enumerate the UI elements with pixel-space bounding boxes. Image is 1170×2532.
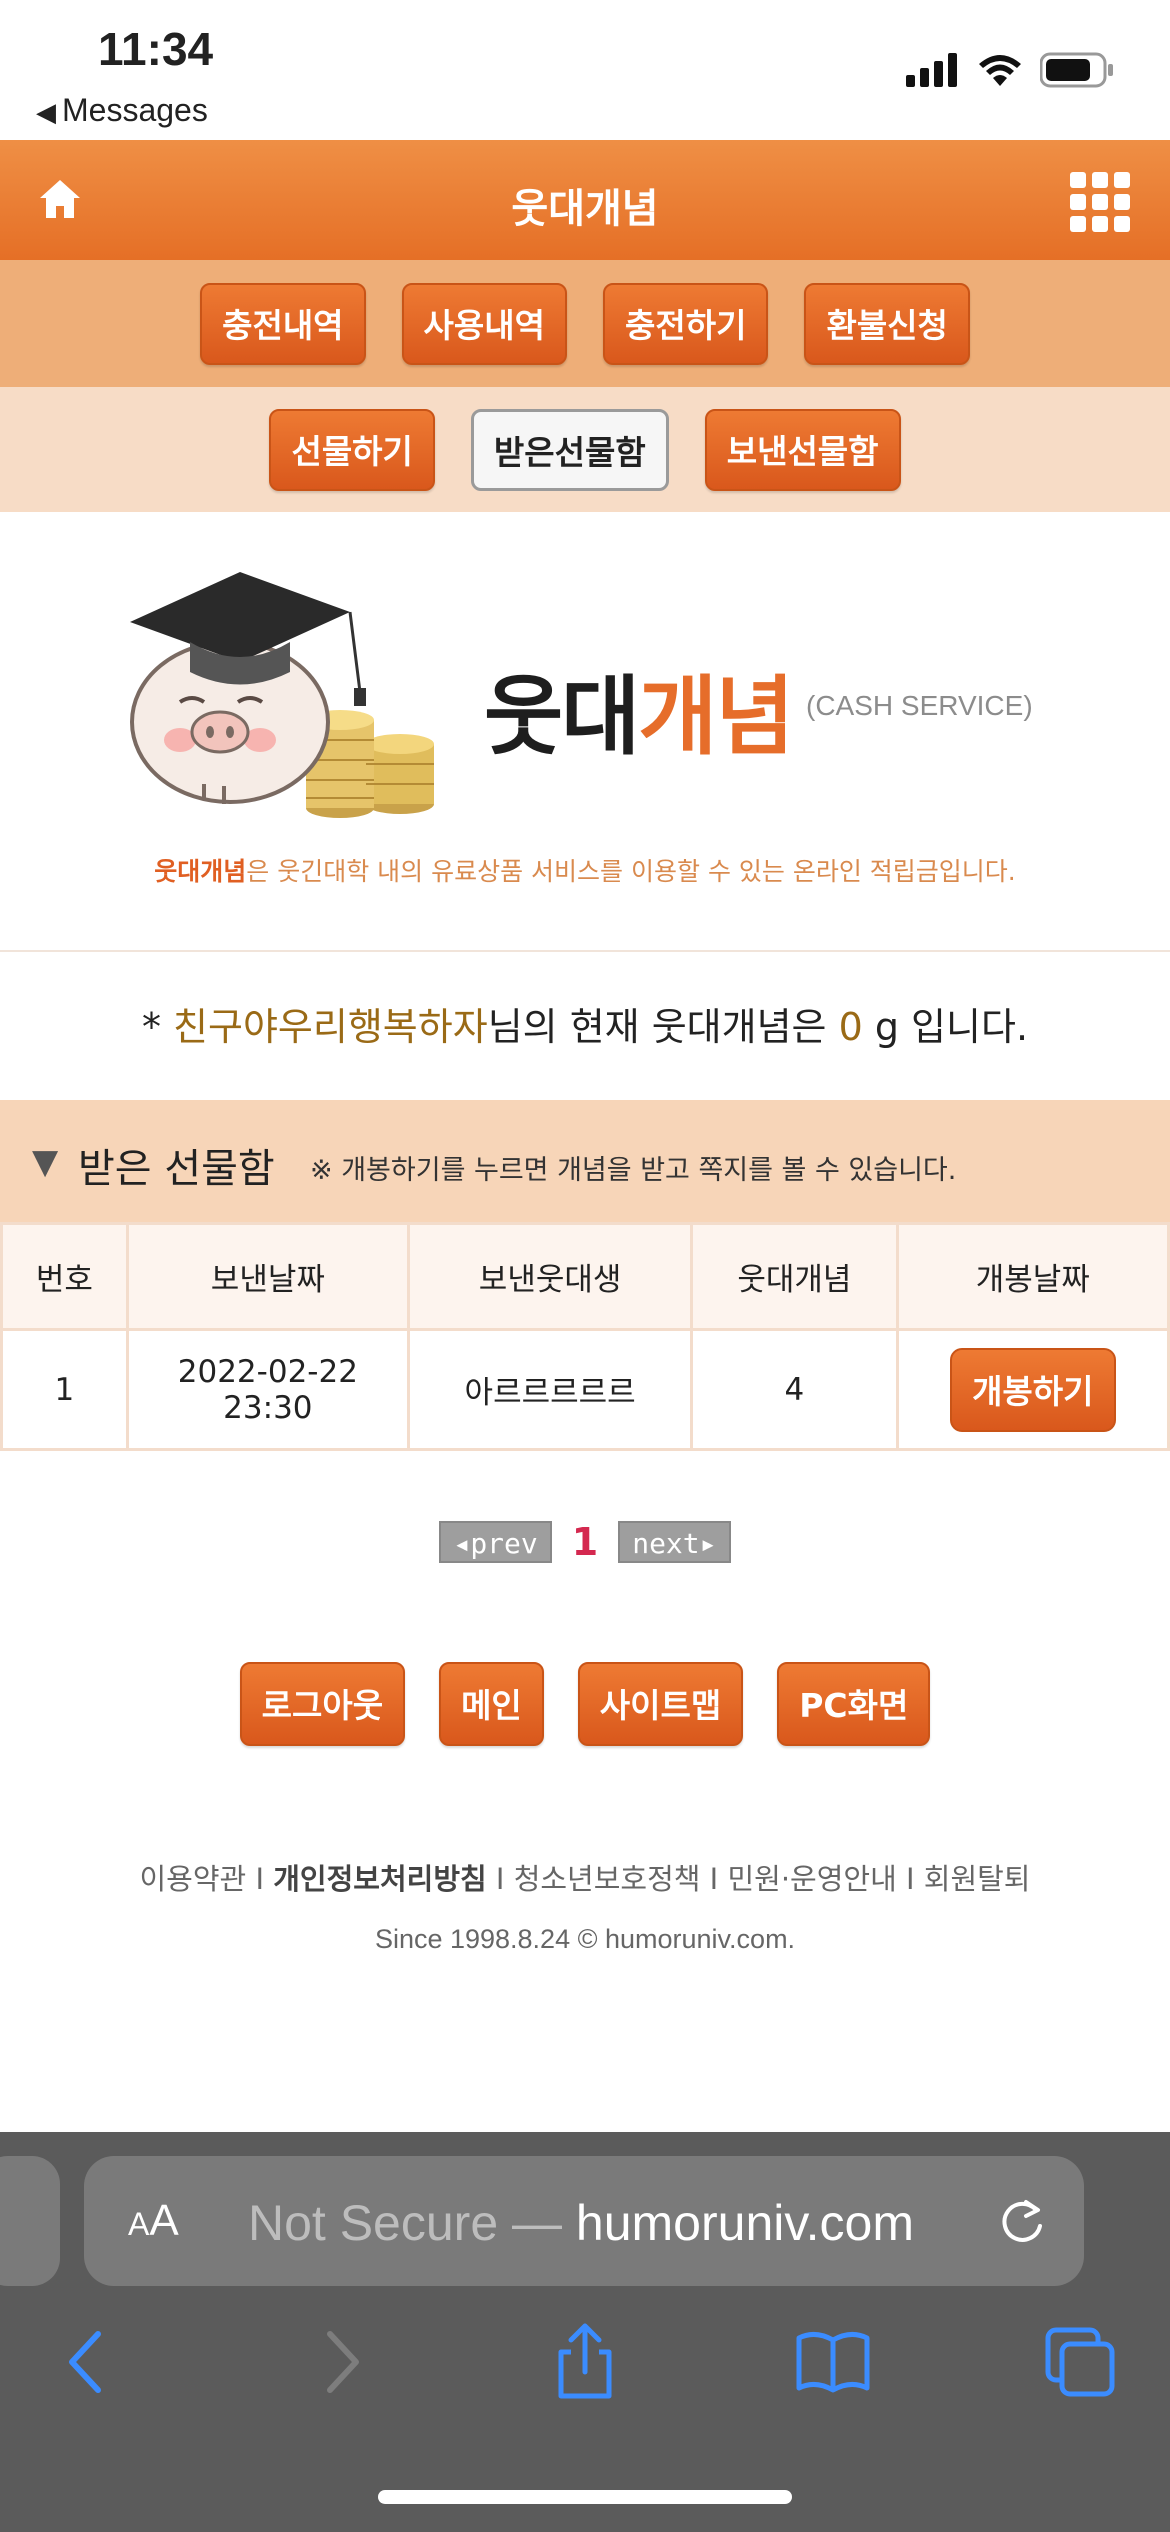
footer-separator: I: [896, 1862, 924, 1896]
description-text: 은 웃긴대학 내의 유료상품 서비스를 이용할 수 있는 온라인 적립금입니다.: [246, 857, 1016, 886]
usage-history-button[interactable]: 사용내역: [401, 282, 567, 365]
footer-link-support[interactable]: 민원·운영안내: [727, 1862, 896, 1896]
wifi-icon: [979, 55, 1021, 86]
cash-service-banner: 웃대개념 (CASH SERVICE) 웃대개념은 웃긴대학 내의 유료상품 서…: [0, 512, 1170, 952]
signal-icon: [906, 53, 957, 87]
footer-separator: I: [246, 1862, 274, 1896]
cell-amount: 4: [690, 1328, 899, 1451]
column-header-sender: 보낸웃대생: [407, 1222, 694, 1331]
safari-toolbar: [0, 2322, 1170, 2432]
charge-history-button[interactable]: 충전내역: [200, 282, 366, 365]
site-header: 웃대개념: [0, 140, 1170, 260]
bottom-buttons: 로그아웃 메인 사이트맵 PC화면: [0, 1662, 1170, 1746]
refund-request-button[interactable]: 환불신청: [804, 282, 970, 365]
footer-separator: I: [486, 1862, 514, 1896]
logo-text: 웃대개념: [484, 646, 795, 771]
column-header-number: 번호: [0, 1222, 129, 1331]
footer-link-privacy[interactable]: 개인정보처리방침: [273, 1862, 486, 1896]
pc-view-button[interactable]: PC화면: [777, 1662, 931, 1746]
pagination: ◂prev 1 next▸: [0, 1520, 1170, 1564]
table-header-row: 번호 보낸날짜 보낸웃대생 웃대개념 개봉날짜: [0, 1222, 1170, 1331]
status-time: 11:34: [98, 23, 214, 75]
balance-prefix: *: [141, 1005, 174, 1049]
page-title: 웃대개념: [511, 186, 659, 232]
cell-open-date: 개봉하기: [895, 1328, 1170, 1451]
url-domain: humoruniv.com: [575, 2195, 914, 2251]
grid-menu-icon[interactable]: [1070, 172, 1130, 232]
back-to-messages[interactable]: ◀ Messages: [36, 92, 208, 129]
current-page-number[interactable]: 1: [572, 1520, 598, 1564]
cell-number: 1: [0, 1328, 129, 1451]
back-icon[interactable]: [48, 2322, 128, 2402]
address-bar[interactable]: AA Not Secure — humoruniv.com: [84, 2156, 1084, 2286]
open-gift-button[interactable]: 개봉하기: [950, 1347, 1116, 1432]
table-row: 1 2022-02-22 23:30 아르르르르르 4 개봉하기: [0, 1328, 1170, 1451]
balance-line: * 친구야우리행복하자님의 현재 웃대개념은 0 g 입니다.: [0, 996, 1170, 1051]
section-note: ※ 개봉하기를 누르면 개념을 받고 쪽지를 볼 수 있습니다.: [310, 1155, 957, 1186]
logout-button[interactable]: 로그아웃: [239, 1662, 406, 1746]
menu-row-primary: 충전내역 사용내역 충전하기 환불신청: [0, 260, 1170, 387]
status-bar: 11:34 ◀ Messages: [0, 0, 1170, 140]
balance-middle: 님의 현재 웃대개념은: [487, 1005, 839, 1049]
footer-links: 이용약관 I 개인정보처리방침 I 청소년보호정책 I 민원·운영안내 I 회원…: [0, 1856, 1170, 1898]
description-highlight: 웃대개념: [154, 857, 247, 886]
tabs-icon[interactable]: [1040, 2322, 1120, 2402]
logo-text-dark: 웃대: [484, 667, 640, 767]
url-text[interactable]: Not Secure — humoruniv.com: [248, 2194, 914, 2252]
text-size-button[interactable]: AA: [128, 2196, 179, 2246]
sitemap-button[interactable]: 사이트맵: [577, 1662, 744, 1746]
logo-text-orange: 개념: [638, 667, 794, 767]
share-icon[interactable]: [545, 2322, 625, 2402]
received-gifts-tab[interactable]: 받은선물함: [470, 408, 669, 491]
bookmarks-icon[interactable]: [793, 2322, 873, 2402]
footer-link-terms[interactable]: 이용약관: [140, 1862, 247, 1896]
reload-icon[interactable]: [996, 2196, 1048, 2248]
cell-date: 2022-02-22: [177, 1353, 358, 1390]
back-triangle-icon: ◀: [36, 97, 56, 127]
cell-sent-date: 2022-02-22 23:30: [125, 1328, 411, 1451]
not-secure-label: Not Secure —: [248, 2195, 576, 2251]
logo-subtitle: (CASH SERVICE): [806, 690, 1033, 721]
column-header-sent-date: 보낸날짜: [125, 1222, 411, 1331]
sent-gifts-button[interactable]: 보낸선물함: [704, 408, 901, 491]
column-header-open-date: 개봉날짜: [895, 1222, 1170, 1331]
menu-row-gift: 선물하기 받은선물함 보낸선물함: [0, 387, 1170, 512]
aa-large: A: [149, 2196, 179, 2245]
received-gifts-header: ▼ 받은 선물함 ※ 개봉하기를 누르면 개념을 받고 쪽지를 볼 수 있습니다…: [0, 1100, 1170, 1222]
service-description: 웃대개념은 웃긴대학 내의 유료상품 서비스를 이용할 수 있는 온라인 적립금…: [0, 852, 1170, 888]
battery-icon: [1040, 52, 1113, 88]
username: 친구야우리행복하자: [173, 1005, 488, 1049]
send-gift-button[interactable]: 선물하기: [269, 408, 435, 491]
main-button[interactable]: 메인: [439, 1662, 544, 1746]
aa-small: A: [128, 2206, 150, 2242]
footer-copyright: Since 1998.8.24 © humoruniv.com.: [374, 1924, 796, 1954]
received-gifts-table: 번호 보낸날짜 보낸웃대생 웃대개념 개봉날짜 1 2022-02-22 23:3…: [0, 1222, 1170, 1451]
footer-link-youth[interactable]: 청소년보호정책: [514, 1862, 701, 1896]
triangle-down-icon: ▼: [32, 1142, 59, 1182]
pig-mascot-coins-icon: [130, 572, 434, 818]
cell-sender: 아르르르르르: [407, 1328, 694, 1451]
charge-button[interactable]: 충전하기: [603, 282, 769, 365]
previous-tab-peek[interactable]: [0, 2156, 60, 2286]
column-header-amount: 웃대개념: [690, 1222, 899, 1331]
safari-bottom-bar: AA Not Secure — humoruniv.com: [0, 2132, 1170, 2532]
forward-icon[interactable]: [300, 2322, 380, 2402]
cell-time: 23:30: [223, 1389, 313, 1426]
home-indicator[interactable]: [378, 2490, 792, 2504]
status-icons: [906, 52, 1114, 88]
section-title: 받은 선물함: [78, 1146, 275, 1192]
balance-amount: 0: [838, 1005, 863, 1049]
balance-suffix: g 입니다.: [862, 1005, 1029, 1049]
prev-page-button[interactable]: ◂prev: [439, 1521, 552, 1563]
next-page-button[interactable]: next▸: [618, 1521, 731, 1563]
footer-separator: I: [700, 1862, 728, 1896]
footer-link-withdraw[interactable]: 회원탈퇴: [924, 1862, 1031, 1896]
back-label: Messages: [62, 92, 208, 128]
